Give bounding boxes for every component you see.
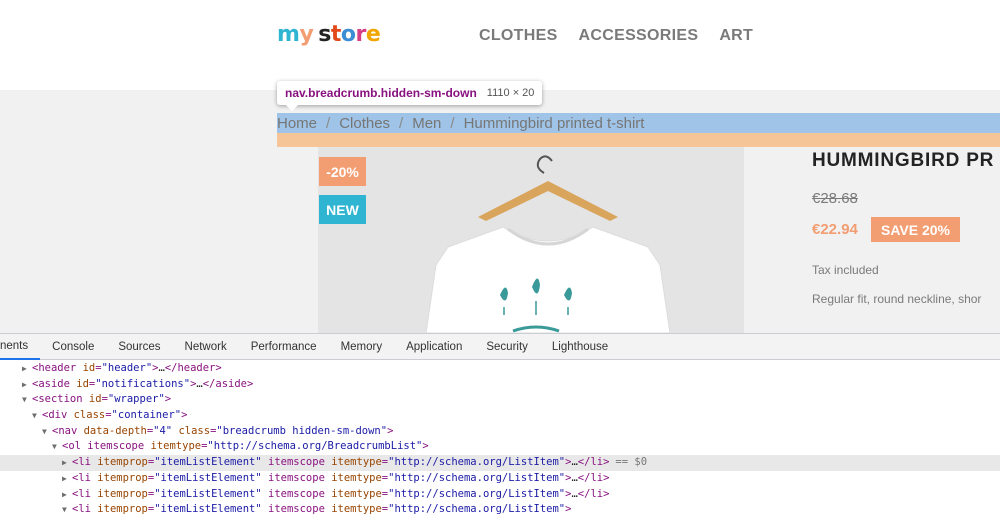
collapse-arrow-icon[interactable]: ▶ [22, 377, 32, 393]
inspector-tooltip: nav.breadcrumb.hidden-sm-down 1110 × 20 [277, 81, 543, 105]
devtools-panel: nents Console Sources Network Performance Mem… [0, 333, 1000, 515]
dom-node-markup: <li itemprop="itemListElement" itemscope… [72, 487, 610, 500]
expand-arrow-icon[interactable]: ▼ [22, 392, 32, 408]
breadcrumb: Home / Clothes / Men / Hummingbird printed t-s… [277, 114, 644, 132]
dom-node-markup: <li itemprop="itemListElement" itemscope… [72, 471, 610, 484]
dom-node-markup: <header id="header">…</header> [32, 362, 222, 374]
tshirt-illustration [318, 147, 744, 333]
collapse-arrow-icon[interactable]: ▶ [62, 487, 72, 503]
breadcrumb-item[interactable]: Clothes [339, 115, 390, 132]
devtools-tab-application[interactable]: Application [394, 334, 474, 360]
logo-letter: m [277, 22, 300, 47]
new-badge: NEW [319, 195, 366, 224]
logo-letter: e [365, 22, 381, 47]
devtools-tab-memory[interactable]: Memory [329, 334, 395, 360]
logo-letter: r [355, 22, 367, 47]
tooltip-selector: nav.breadcrumb.hidden-sm-down [285, 86, 477, 100]
product-description: Regular fit, round neckline, shor [812, 292, 982, 306]
tooltip-size: 1110 × 20 [486, 87, 535, 99]
dom-node-row[interactable]: ▶ <li itemprop="itemListElement" itemscop… [0, 487, 1000, 503]
breadcrumb-padding-overlay [277, 133, 1000, 147]
dom-node-row[interactable]: ▶ <li itemprop="itemListElement" itemscop… [0, 471, 1000, 487]
product-image[interactable] [318, 147, 744, 333]
dom-node-markup: <section id="wrapper"> [32, 393, 172, 406]
breadcrumb-item[interactable]: Men [412, 115, 441, 132]
dom-node-row[interactable]: ▼ <ol itemscope itemtype="http://schema.o… [0, 439, 1000, 455]
tax-note: Tax included [812, 263, 879, 277]
expand-arrow-icon[interactable]: ▼ [32, 408, 42, 424]
dom-node-markup: <li itemprop="itemListElement" itemscope… [72, 456, 610, 469]
save-badge: SAVE 20% [871, 217, 960, 242]
dom-node-row[interactable]: ▶ <aside id="notifications">…</aside> [0, 377, 1000, 393]
devtools-tab-security[interactable]: Security [474, 334, 540, 360]
dom-node-row[interactable]: ▼ <section id="wrapper"> [0, 392, 1000, 408]
dom-node-row[interactable]: ▶ <li itemprop="itemListElement" itemscop… [0, 455, 1000, 471]
dom-node-markup: <ol itemscope itemtype="http://schema.or… [62, 440, 429, 453]
breadcrumb-separator: / [326, 114, 331, 132]
selected-node-marker: == $0 [615, 456, 648, 469]
discount-badge: -20% [319, 157, 366, 186]
devtools-tab-bar: nents Console Sources Network Performance Mem… [0, 334, 1000, 360]
logo-letter: y [299, 22, 314, 47]
expand-arrow-icon[interactable]: ▼ [62, 502, 72, 516]
expand-arrow-icon[interactable]: ▼ [52, 439, 62, 455]
collapse-arrow-icon[interactable]: ▶ [62, 471, 72, 487]
dom-node-row[interactable]: ▼ <div class="container"> [0, 408, 1000, 424]
dom-node-markup: <div class="container"> [42, 409, 188, 422]
logo-letter: t [330, 22, 342, 47]
dom-node-markup: <aside id="notifications">…</aside> [32, 377, 254, 390]
breadcrumb-separator: / [399, 114, 404, 132]
devtools-tab-sources[interactable]: Sources [106, 334, 172, 360]
nav-item-clothes[interactable]: CLOTHES [479, 27, 558, 45]
tooltip-arrow [285, 104, 299, 111]
product-title: HUMMINGBIRD PR [812, 150, 995, 171]
elements-dom-tree: ▶ <header id="header">…</header> ▶ <aside i… [0, 361, 1000, 516]
main-nav-menu: CLOTHES ACCESSORIES ART [479, 27, 774, 45]
nav-item-accessories[interactable]: ACCESSORIES [579, 27, 699, 45]
current-price: €22.94 [812, 221, 858, 238]
collapse-arrow-icon[interactable]: ▶ [22, 361, 32, 377]
collapse-arrow-icon[interactable]: ▶ [62, 455, 72, 471]
breadcrumb-item: Hummingbird printed t-shirt [463, 114, 645, 132]
dom-node-row[interactable]: ▼ <li itemprop="itemListElement" itemscop… [0, 502, 1000, 516]
dom-node-row[interactable]: ▶ <header id="header">…</header> [0, 361, 1000, 377]
store-page: my store CLOTHES ACCESSORIES ART Home / Clot… [0, 0, 1000, 333]
devtools-tab-nents[interactable]: nents [0, 334, 41, 360]
logo-letter: o [340, 22, 356, 47]
devtools-tab-performance[interactable]: Performance [239, 334, 329, 360]
logo-letter: s [318, 22, 331, 47]
store-header: my store CLOTHES ACCESSORIES ART [0, 0, 1000, 90]
expand-arrow-icon[interactable]: ▼ [42, 424, 52, 440]
old-price: €28.68 [812, 190, 858, 207]
breadcrumb-separator: / [450, 114, 455, 132]
devtools-tab-network[interactable]: Network [173, 334, 239, 360]
dom-node-markup: <nav data-depth="4" class="breadcrumb hi… [52, 424, 394, 437]
dom-node-markup: <li itemprop="itemListElement" itemscope… [72, 503, 572, 516]
devtools-tab-console[interactable]: Console [40, 334, 106, 360]
dom-node-row[interactable]: ▼ <nav data-depth="4" class="breadcrumb h… [0, 424, 1000, 440]
store-logo[interactable]: my store [277, 22, 381, 47]
nav-item-art[interactable]: ART [719, 27, 753, 45]
breadcrumb-item[interactable]: Home [277, 115, 317, 132]
devtools-tab-lighthouse[interactable]: Lighthouse [540, 334, 620, 360]
